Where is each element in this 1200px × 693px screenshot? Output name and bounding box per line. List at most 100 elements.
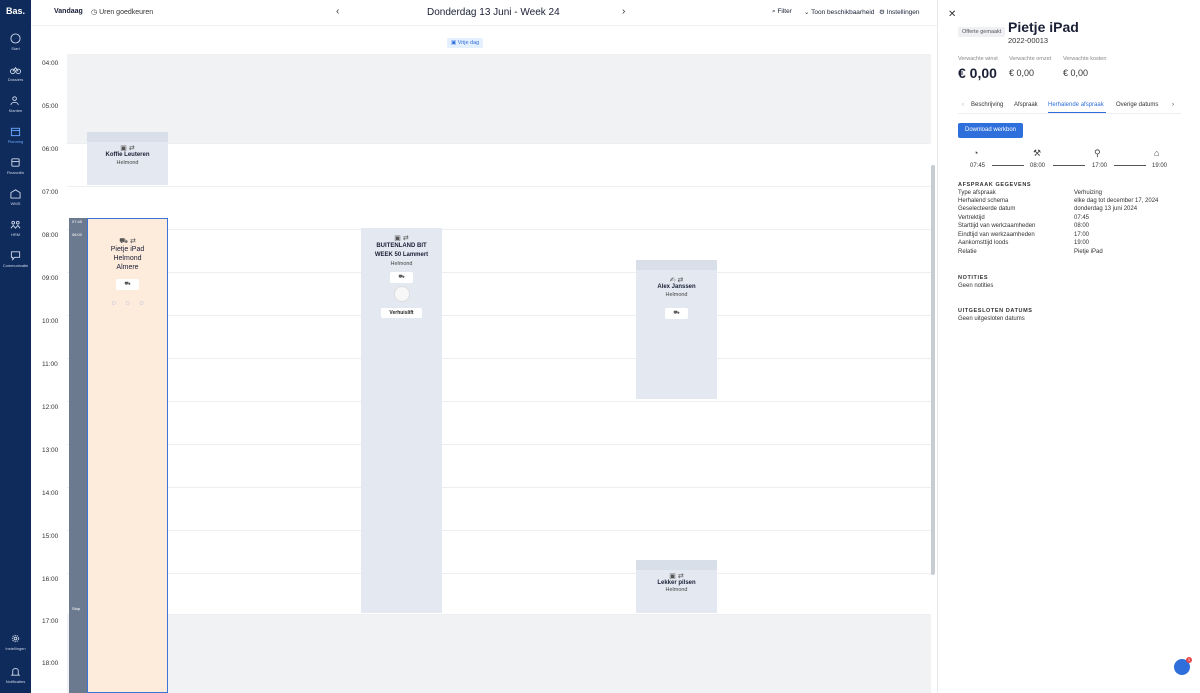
sidebar-item-planning[interactable]: Planning [0,126,31,144]
appointment-koffie-leuteren[interactable]: ▣ ⇄ Koffie Leuteren Helmond [87,132,168,185]
active-tab-indicator [1048,112,1106,113]
detail-value: 17:00 [1074,232,1090,238]
approve-hours-button[interactable]: ◷ Uren goedkeuren [91,8,153,16]
tab-herhalende-afspraak[interactable]: Herhalende afspraak [1048,102,1104,108]
equipment-chip[interactable]: Verhuislift [381,308,422,318]
sidebar-item-hrm[interactable]: HRM [0,219,31,237]
detail-label: Relatie [958,249,977,255]
sidebar-item-wms[interactable]: WMS [0,188,31,206]
next-day-button[interactable]: › [622,6,625,17]
calendar-icon [10,127,21,137]
detail-value: donderdag 13 juni 2024 [1074,206,1138,212]
calendar-scrollbar[interactable] [931,165,935,575]
kpi-label: Verwachte winst [958,56,998,62]
clock-icon: ◷ [91,9,100,16]
sidebar-item-instellingen[interactable]: Instellingen [0,633,31,651]
tab-overige-datums[interactable]: Overige datums [1116,102,1158,108]
depot-icon: ⌂ [1154,148,1160,158]
sidebar-item-label: Instellingen [5,646,26,651]
travel-lane: 07:45 08:00 Stop [69,218,87,693]
appointment-alex-janssen[interactable]: ✍ ⇄ Alex Janssen Helmond ⛟ [636,260,717,399]
people-icon [10,220,21,229]
appointment-pietje-ipad[interactable]: ⛟ ⇄ Pietje iPad Helmond Almere ⛟ ◌ ◌ ◌ [87,218,168,693]
filter-button[interactable]: ⌕ Filter [772,8,792,16]
walker-icon: ⚲ [1094,148,1101,158]
panel-title: Pietje iPad [1008,19,1079,35]
sidebar: Bas. Start Dossiers Klanten Planning Fin… [0,0,31,693]
prev-day-button[interactable]: ‹ [336,6,339,17]
detail-value: 08:00 [1074,223,1090,229]
employee-avatar[interactable] [393,286,410,302]
sidebar-item-financien[interactable]: Financiën [0,157,31,175]
show-availability-label: Toon beschikbaarheid [811,9,875,16]
detail-label: Geselecteerde datum [958,206,1016,212]
calendar-toolbar: Vandaag ◷ Uren goedkeuren ‹ Donderdag 13… [31,0,937,26]
time-label: 09:00 [42,275,59,282]
bell-icon [10,668,21,676]
time-label: 13:00 [42,447,59,454]
sidebar-item-communicatie[interactable]: Communicatie [0,250,31,268]
hour-line [67,530,931,531]
person-slot-icon[interactable]: ◌ [139,300,143,307]
appointment-title: Pietje iPad [110,246,145,253]
show-availability-toggle[interactable]: ⌄ Toon beschikbaarheid [804,8,874,16]
tab-beschrijving[interactable]: Beschrijving [971,102,1003,108]
appointment-city-destination: Almere [116,264,139,271]
sidebar-item-label: Communicatie [2,263,29,268]
appointment-buitenland-bit-week[interactable]: ▣ ⇄ BUITENLAND BIT WEEK 50 Lammert Helmo… [361,228,442,613]
sidebar-item-label: Planning [7,139,24,144]
bicycle-icon [10,66,21,75]
settings-label: Instellingen [886,9,920,16]
kpi-label: Verwachte omzet [1009,56,1052,62]
timeline-arrival-time: 19:00 [1152,163,1168,169]
tabs-scroll-left[interactable]: ‹ [962,102,964,108]
person-slot-icon[interactable]: ◌ [112,300,116,307]
filter-label: Filter [777,8,792,15]
time-label: 05:00 [42,103,59,110]
vehicle-chip[interactable]: ⛟ [390,272,413,283]
day-off-label: Vrije dag [457,40,480,46]
appointment-lekker-pilsen[interactable]: ▣ ⇄ Lekker pilsen Helmond [636,560,717,613]
truck-icon: ⛟ [398,274,405,280]
timeline-line [992,165,1024,166]
day-off-badge[interactable]: ▣ Vrije dag [447,38,484,48]
close-icon[interactable]: ✕ [948,9,956,20]
kpi-value: € 0,00 [1063,68,1089,78]
settings-button[interactable]: ⚙ Instellingen [879,8,920,16]
detail-value: Verhuizing [1074,190,1103,196]
detail-value: Pietje iPad [1074,249,1103,255]
timeline-start-time: 08:00 [1030,163,1046,169]
hour-line [67,401,931,402]
chat-widget-button[interactable]: 1 [1174,657,1192,675]
timeline-departure-time: 07:45 [970,163,986,169]
detail-label: Aankomsttijd loods [958,240,1009,246]
compass-icon [10,33,21,44]
app-logo: Bas. [6,6,26,16]
time-label: 10:00 [42,318,59,325]
lane-start-time: 07:45 [72,219,83,224]
calendar-repeat-icon: ▣ ⇄ [120,145,135,152]
tab-afspraak[interactable]: Afspraak [1014,102,1038,108]
sidebar-item-klanten[interactable]: Klanten [0,95,31,113]
sidebar-item-notificaties[interactable]: Notificaties [0,666,31,684]
sidebar-item-start[interactable]: Start [0,33,31,51]
hour-line [67,614,931,615]
detail-value: elke dag tot december 17, 2024 [1074,198,1159,204]
hour-line [67,143,931,144]
appointment-title: Lekker pilsen [657,580,696,586]
person-slot-icon[interactable]: ◌ [125,300,129,307]
detail-label: Vertrektijd [958,215,985,221]
tabs-scroll-right[interactable]: › [1172,102,1174,108]
kpi-label: Verwachte kosten [1063,56,1107,62]
timeline-end-time: 17:00 [1092,163,1108,169]
calendar-repeat-icon: ▣ ⇄ [669,573,684,580]
download-workorder-button[interactable]: Download werkbon [958,123,1023,138]
appointment-title: Koffie Leuteren [105,152,150,158]
today-button[interactable]: Vandaag [54,8,83,15]
vehicle-chip[interactable]: ⛟ [665,308,688,319]
sidebar-item-dossiers[interactable]: Dossiers [0,64,31,82]
lane-work-time: 08:00 [72,232,83,237]
vehicle-chip[interactable]: ⛟ [116,279,139,290]
sidebar-item-label: Notificaties [5,679,26,684]
status-badge: Offerte gemaakt [958,27,1006,37]
